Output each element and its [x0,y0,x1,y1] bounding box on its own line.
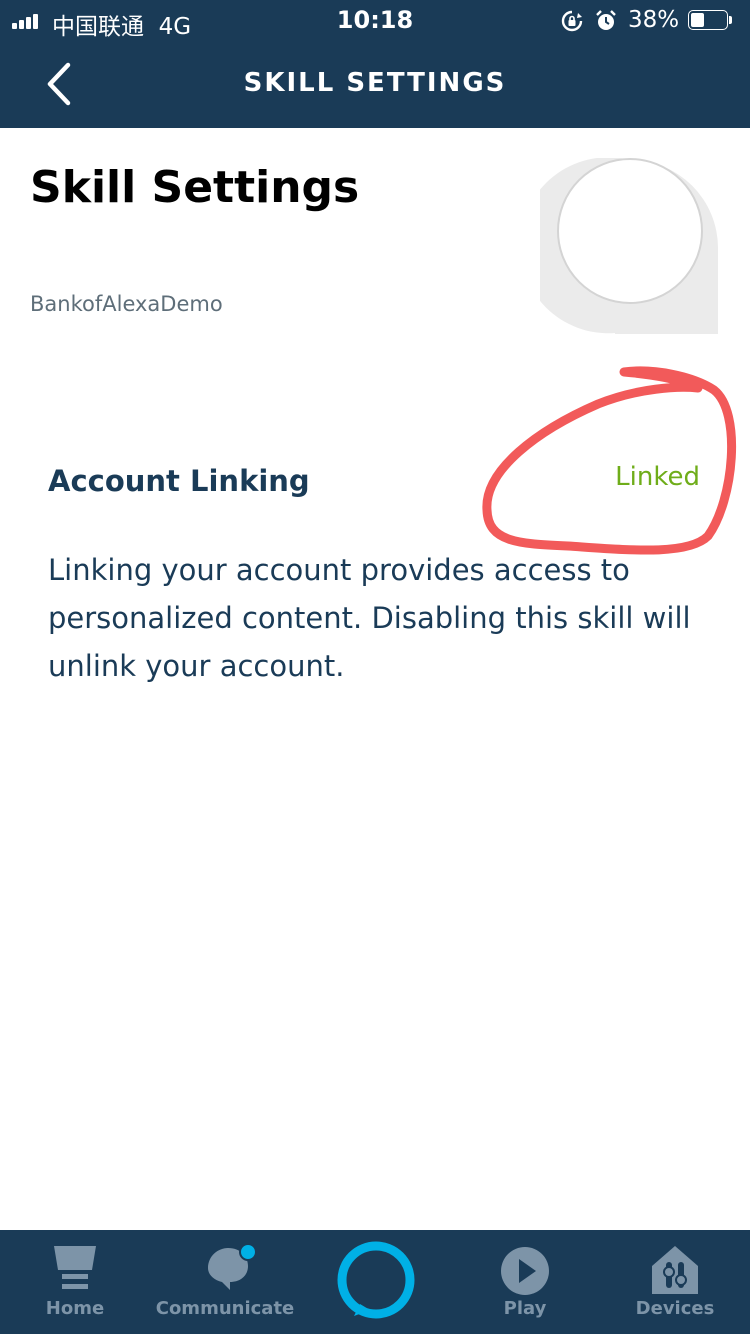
rotation-lock-icon [561,10,583,32]
alexa-ring-icon[interactable] [336,1240,416,1320]
battery-percent: 38% [628,7,680,33]
play-icon [501,1247,549,1295]
top-bar: 中国联通 4G 10:18 38% SKILL SETTINGS [0,0,750,128]
account-linking-description: Linking your account provides access to … [48,553,691,683]
account-link-status[interactable]: Linked [600,462,700,492]
header-title: SKILL SETTINGS [243,68,507,98]
tab-play-label: Play [503,1298,547,1319]
tab-play[interactable]: Play [450,1230,600,1334]
chat-bubble-icon [208,1243,257,1290]
tab-devices-label: Devices [635,1298,715,1319]
status-bar: 中国联通 4G 10:18 38% [0,0,750,42]
tab-home-label: Home [45,1298,105,1319]
alarm-icon [596,10,616,30]
tab-devices[interactable]: Devices [600,1230,750,1334]
home-icon [54,1246,96,1289]
tab-communicate-label: Communicate [155,1298,295,1319]
page-title: Skill Settings [30,162,360,213]
skill-name: BankofAlexaDemo [30,292,223,316]
tab-communicate[interactable]: Communicate [150,1230,300,1334]
devices-icon [652,1246,698,1294]
skill-placeholder-icon [540,158,718,334]
account-linking-heading: Account Linking [48,464,310,498]
tab-home[interactable]: Home [0,1230,150,1334]
annotation-circle [482,366,737,555]
battery-icon [688,10,734,32]
